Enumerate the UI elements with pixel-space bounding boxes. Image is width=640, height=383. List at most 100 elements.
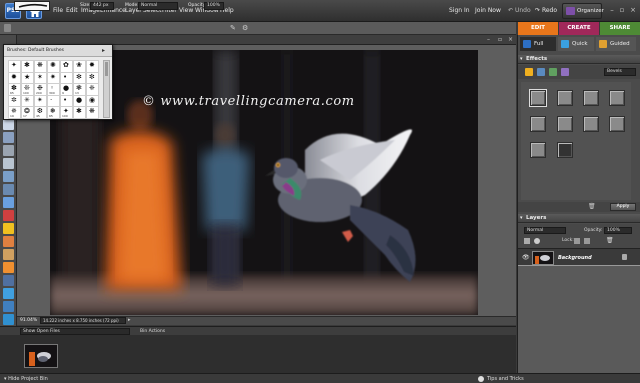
brush-tip[interactable]: ✱ <box>73 106 86 120</box>
minimize-icon[interactable]: – <box>608 6 616 14</box>
brush-tip[interactable]: ❅ 65 <box>47 106 60 120</box>
menu-edit[interactable]: Edit <box>66 7 78 14</box>
subtab-guided[interactable]: Guided <box>596 37 636 51</box>
subtab-full[interactable]: Full <box>520 37 556 51</box>
tab-create[interactable]: CREATE <box>559 22 599 35</box>
tab-share[interactable]: SHARE <box>600 22 640 35</box>
organizer-icon <box>566 7 575 15</box>
document-dimensions[interactable]: 14.222 inches x 8.750 inches (72 ppi) <box>40 317 126 324</box>
magic-wand-tool-icon[interactable] <box>3 197 14 208</box>
sponge-tool-icon[interactable] <box>3 314 14 325</box>
brush-tool-icon[interactable] <box>3 223 14 234</box>
bevel-effect-1[interactable] <box>529 89 547 107</box>
tablet-options-icon[interactable]: ⚙ <box>242 24 248 32</box>
doc-maximize-icon[interactable]: ▫ <box>498 36 502 43</box>
effects-category-dropdown[interactable]: Bevels <box>604 68 636 76</box>
brush-tip[interactable]: ✦ 100 <box>60 106 73 120</box>
doc-close-icon[interactable]: × <box>508 36 513 43</box>
subtab-quick[interactable]: Quick <box>558 37 594 51</box>
brush-tip[interactable]: ❂ 17 <box>21 106 34 120</box>
mode-dropdown[interactable]: Normal <box>138 2 178 10</box>
bevel-effect-8[interactable] <box>609 116 625 132</box>
bevel-effect-5[interactable] <box>530 116 546 132</box>
tips-and-tricks-link[interactable]: Tips and Tricks <box>487 376 524 382</box>
brush-tip-icon: ❈ <box>89 84 95 93</box>
airbrush-icon[interactable]: ✎ <box>230 24 236 32</box>
brush-preset-picker[interactable] <box>14 1 50 11</box>
hide-project-bin-toggle[interactable]: ▾ Hide Project Bin <box>4 376 48 382</box>
show-open-files-dropdown[interactable]: Show Open Files <box>20 328 130 335</box>
tab-edit[interactable]: EDIT <box>518 22 558 35</box>
layer-opacity-field[interactable]: 100% <box>604 227 632 234</box>
bevel-effect-6[interactable] <box>557 116 573 132</box>
watermark-text: © www.travellingcamera.com <box>142 94 355 109</box>
status-arrow-icon[interactable]: ▸ <box>128 317 131 323</box>
menu-view[interactable]: View <box>179 7 193 14</box>
bevel-effect-10[interactable] <box>557 142 573 158</box>
trash-icon[interactable]: 🗑 <box>588 203 596 210</box>
organizer-button[interactable]: Organizer <box>562 3 604 19</box>
menu-file[interactable]: File <box>53 7 63 14</box>
brush-size-label: 45 <box>36 114 40 119</box>
bin-actions-menu[interactable]: Bin Actions <box>140 329 165 334</box>
hand-tool-icon[interactable] <box>3 145 14 156</box>
brush-tip[interactable]: ❆ 45 <box>34 106 47 120</box>
layer-trash-icon[interactable]: 🗑 <box>606 237 614 244</box>
close-icon[interactable]: × <box>629 6 637 14</box>
eyedropper-tool-icon[interactable] <box>3 158 14 169</box>
shape-tool-icon[interactable] <box>3 275 14 286</box>
marquee-tool-icon[interactable] <box>3 171 14 182</box>
restore-icon[interactable]: ▫ <box>618 6 626 14</box>
photo-effects-icon[interactable] <box>549 68 557 76</box>
bevel-effect-7[interactable] <box>583 116 599 132</box>
all-effects-icon[interactable] <box>561 68 569 76</box>
bin-thumbnail[interactable] <box>24 344 58 368</box>
brush-tip[interactable]: ❋ <box>86 106 99 120</box>
brushes-scrollbar[interactable] <box>103 60 110 118</box>
eraser-tool-icon[interactable] <box>3 236 14 247</box>
brush-tool-icon[interactable] <box>4 24 11 32</box>
photo-canvas[interactable]: © www.travellingcamera.com <box>50 50 478 315</box>
visibility-eye-icon[interactable]: 👁 <box>522 254 530 261</box>
brushes-set-dropdown[interactable]: Default Brushes <box>28 48 64 53</box>
bevel-effect-9[interactable] <box>530 142 546 158</box>
lock-all-icon[interactable] <box>584 238 590 244</box>
adjustment-layer-icon[interactable] <box>534 238 540 244</box>
project-bin <box>0 335 516 373</box>
blend-mode-dropdown[interactable]: Normal <box>524 227 566 234</box>
brush-tip-icon: ✳ <box>24 95 30 104</box>
doc-minimize-icon[interactable]: – <box>487 36 490 43</box>
paint-bucket-tool-icon[interactable] <box>3 262 14 273</box>
blur-tool-icon[interactable] <box>3 301 14 312</box>
layer-row-background[interactable]: 👁 Background <box>518 248 640 266</box>
filters-icon[interactable] <box>525 68 533 76</box>
redo-button[interactable]: ↷ Redo <box>535 7 557 14</box>
layers-panel-title[interactable]: ▾ Layers <box>518 214 640 223</box>
bevel-effect-4[interactable] <box>609 90 625 106</box>
bevel-effect-2[interactable] <box>557 90 573 106</box>
brush-stroke-icon <box>18 3 48 8</box>
layer-styles-icon[interactable] <box>537 68 545 76</box>
bevel-effect-3[interactable] <box>583 90 599 106</box>
new-layer-icon[interactable] <box>524 238 530 244</box>
brushes-menu-icon[interactable]: ▸ <box>102 47 105 54</box>
brush-tip-icon: ✻ <box>76 72 82 81</box>
brush-tip[interactable]: ✵ 19 <box>8 106 21 120</box>
brush-tip-icon: ● <box>76 95 83 104</box>
effects-panel-title[interactable]: ▾ Effects <box>518 55 640 64</box>
lasso-tool-icon[interactable] <box>3 184 14 195</box>
apply-button[interactable]: Apply <box>610 203 636 211</box>
zoom-tool-icon[interactable] <box>3 132 14 143</box>
layers-toolbar: Normal Opacity: 100% Lock: 🗑 <box>518 224 640 248</box>
undo-button[interactable]: ↶ Undo <box>508 7 531 14</box>
bottom-bar: ▾ Hide Project Bin Tips and Tricks <box>0 373 640 383</box>
clone-tool-icon[interactable] <box>3 249 14 260</box>
move-tool-icon[interactable] <box>3 119 14 130</box>
gradient-tool-icon[interactable] <box>3 288 14 299</box>
sign-in-link[interactable]: Sign In <box>449 7 470 14</box>
lock-transparency-icon[interactable] <box>574 238 580 244</box>
size-field[interactable]: 442 px <box>90 2 114 10</box>
red-eye-tool-icon[interactable] <box>3 210 14 221</box>
join-now-link[interactable]: Join Now <box>475 7 501 14</box>
opacity-field[interactable]: 100% <box>204 2 224 10</box>
